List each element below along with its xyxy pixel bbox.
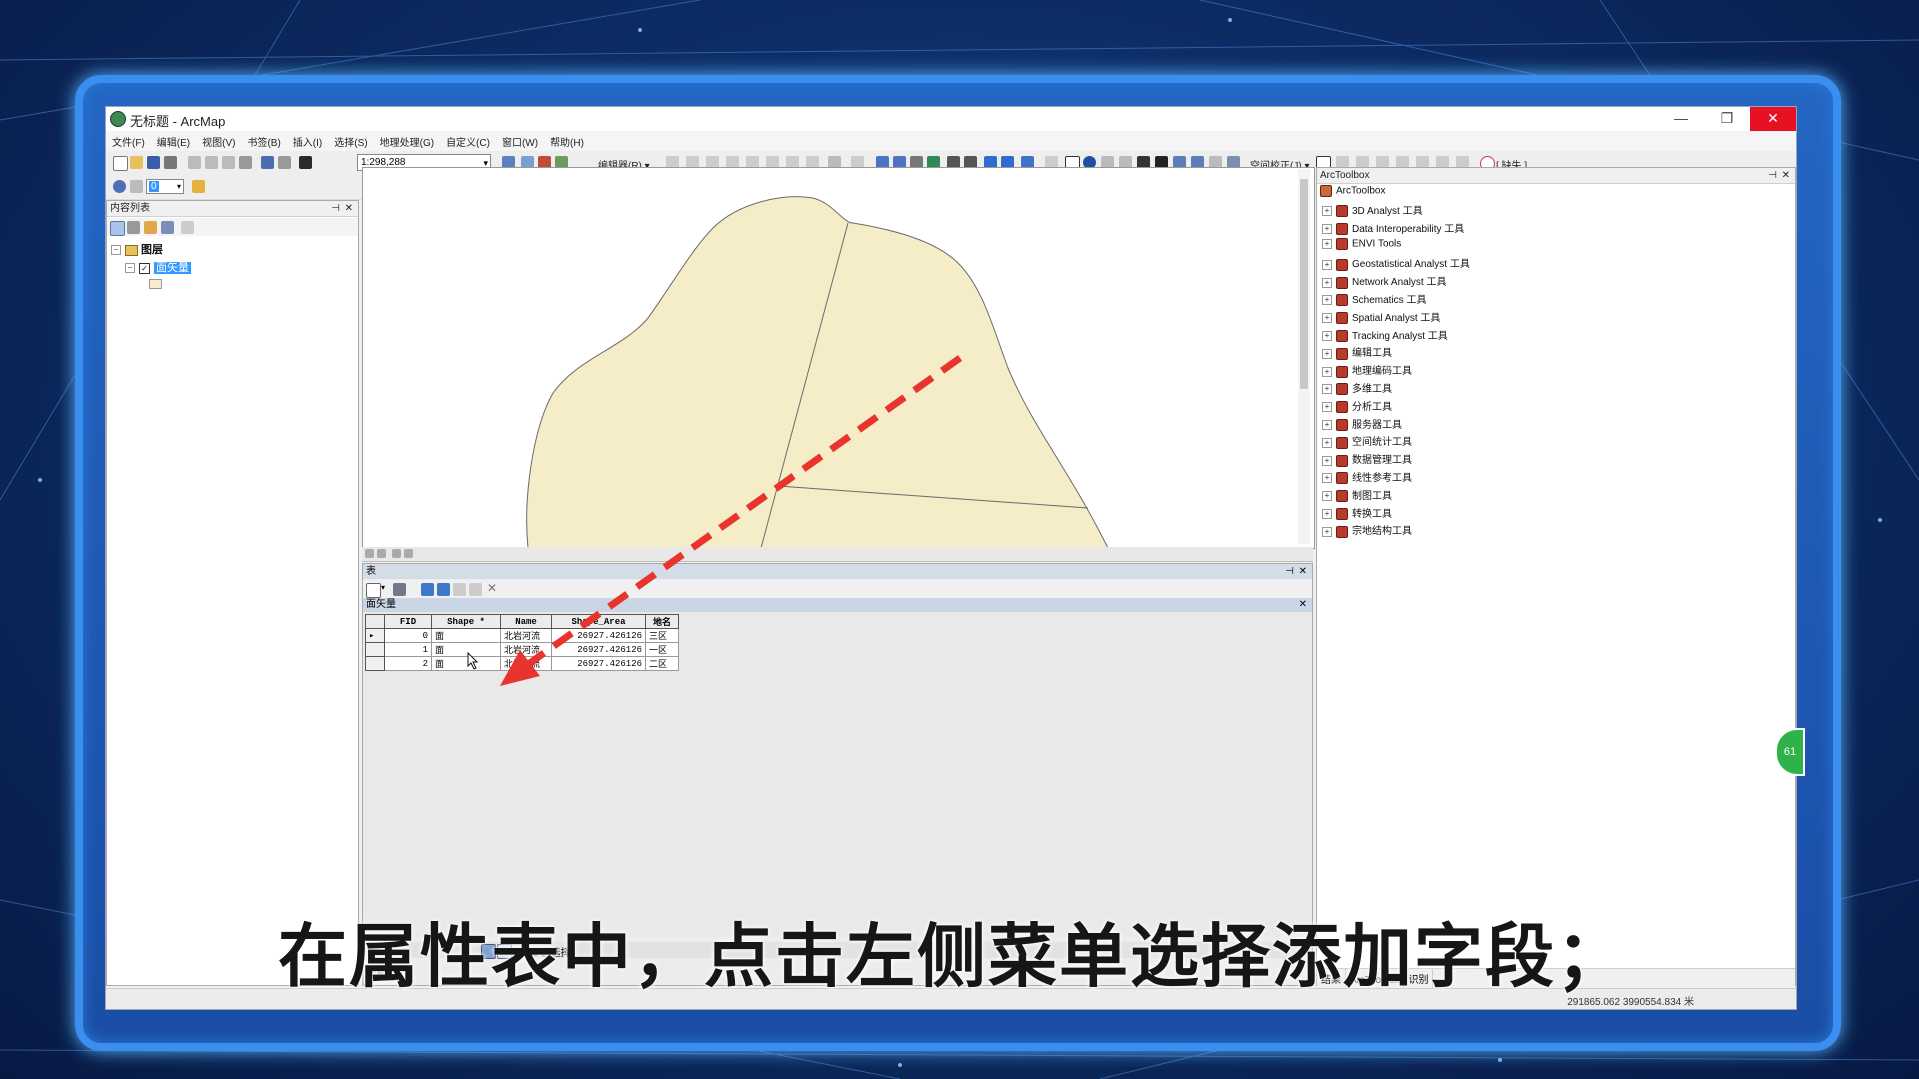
tutorial-subtitle: 在属性表中，点击左侧菜单选择添加字段； [278, 917, 1627, 997]
tutorial-arrow-head [500, 650, 540, 686]
tutorial-arrow-line [517, 355, 963, 673]
